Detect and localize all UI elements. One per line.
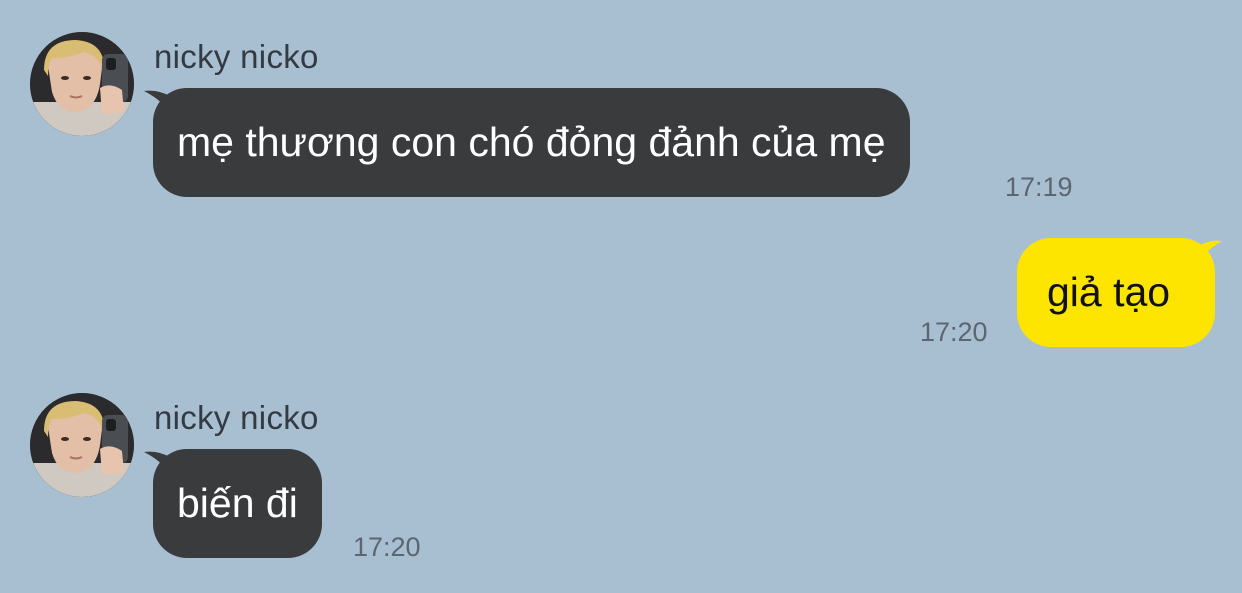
outgoing-message-bubble[interactable]: giả tạo: [1017, 238, 1215, 347]
message-timestamp: 17:20: [353, 532, 421, 562]
avatar-photo-icon: [30, 393, 134, 497]
contact-avatar[interactable]: [30, 393, 134, 497]
message-timestamp: 17:19: [1005, 172, 1073, 202]
contact-avatar[interactable]: [30, 32, 134, 136]
sender-name: nicky nicko: [154, 399, 319, 436]
message-timestamp: 17:20: [920, 317, 988, 347]
chat-screen: { "messages": [ { "sender": "nicky nicko…: [0, 0, 1242, 593]
incoming-message-bubble[interactable]: biến đi: [153, 449, 322, 558]
avatar-photo-icon: [30, 32, 134, 136]
incoming-message-bubble[interactable]: mẹ thương con chó đỏng đảnh của mẹ: [153, 88, 910, 197]
sender-name: nicky nicko: [154, 38, 319, 75]
